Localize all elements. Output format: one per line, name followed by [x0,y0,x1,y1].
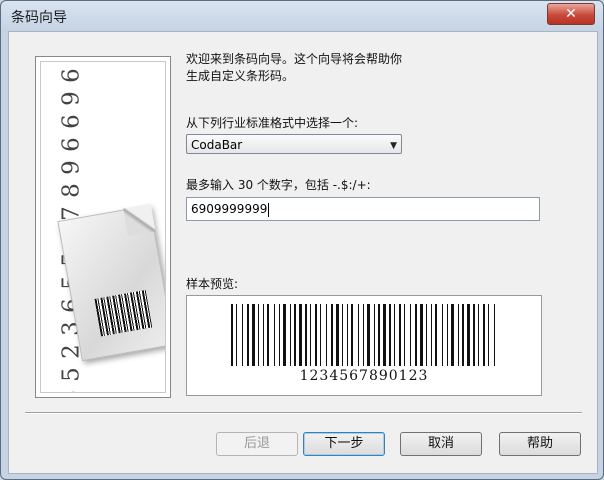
barcode-bar [410,304,411,366]
barcode-data-value: 6909999999 [191,202,268,216]
barcode-bar [294,304,296,366]
barcode-bar [299,304,302,366]
close-button[interactable]: ✕ [547,3,595,25]
intro-line-1: 欢迎来到条码向导。这个向导将会帮助你 [186,52,403,66]
barcode-bar [473,304,475,366]
window-title: 条码向导 [11,10,67,26]
barcode-bar [263,304,264,366]
barcode-bar [290,304,291,366]
next-button[interactable]: 下一步 [303,432,385,456]
barcode-bar [336,304,339,366]
barcode-bar [242,304,243,366]
barcode-bar [326,304,327,366]
wizard-window: 条码向导 ✕ 696698745563256 欢迎来到条码向导。这个向导将会帮助… [0,0,604,480]
barcode-bar [447,304,448,366]
barcode-bar [383,304,386,366]
barcode-bar [394,304,395,366]
barcode-bar [283,304,286,366]
cancel-button[interactable]: 取消 [400,432,482,456]
wizard-body: 696698745563256 欢迎来到条码向导。这个向导将会帮助你 生成自定义… [8,31,598,474]
page-curl [123,203,156,237]
barcode-bar [467,304,470,366]
barcode-bar [420,304,423,366]
barcode-bar [279,304,280,366]
card-barcode [94,289,153,337]
barcode-bar [462,304,464,366]
barcode-bar [426,304,427,366]
barcode-bar [274,304,275,366]
barcode-bar [236,304,237,366]
barcode-bar [478,304,479,366]
barcode-bar [451,304,454,366]
barcode-bar [320,304,321,366]
illustration-image: 696698745563256 [40,61,166,393]
sample-label: 样本预览: [186,277,239,291]
illustration-panel: 696698745563256 [35,56,171,398]
barcode-bar [389,304,391,366]
dropdown-arrow-icon[interactable]: ▼ [390,136,397,156]
barcode-bar [494,304,495,366]
barcode-bar [367,304,370,366]
intro-text: 欢迎来到条码向导。这个向导将会帮助你 生成自定义条形码。 [186,51,486,85]
barcode-bar [442,304,443,366]
format-selected-value: CodaBar [191,138,243,152]
barcode-bar [374,304,375,366]
barcode-bar [310,304,311,366]
barcode-bar [415,304,417,366]
barcode-bar [305,304,307,366]
barcode-bar [247,304,249,366]
back-button[interactable]: 后退 [216,432,298,456]
barcode-bar [252,304,255,366]
barcode-bar [358,304,359,366]
barcode-bar [363,304,364,366]
barcode-bar [399,304,401,366]
barcode-bar [347,304,348,366]
input-label: 最多输入 30 个数字，包括 -.$:/+: [186,178,371,192]
barcode-bar [342,304,343,366]
barcode-bar [315,304,317,366]
barcode-bar [431,304,432,366]
sample-barcode-digits: 1234567890123 [299,368,429,384]
sample-preview: 1234567890123 [186,295,542,396]
barcode-bar [258,304,259,366]
format-select[interactable]: CodaBar ▼ [186,134,402,154]
barcode-bar [458,304,459,366]
barcode-bar [488,304,489,366]
title-bar[interactable]: 条码向导 ✕ [1,1,603,31]
format-label: 从下列行业标准格式中选择一个: [186,116,359,130]
barcode-bar [231,304,233,366]
illustration-digit: 6 [59,385,85,392]
barcode-bar [483,304,485,366]
intro-line-2: 生成自定义条形码。 [186,69,295,83]
close-icon: ✕ [565,6,577,22]
barcode-bar [378,304,380,366]
separator [25,412,582,414]
barcode-bar [435,304,437,366]
barcode-data-input[interactable]: 6909999999 [186,197,540,221]
barcode-bar [404,304,405,366]
barcode-bar [331,304,333,366]
help-button[interactable]: 帮助 [499,432,581,456]
text-caret [268,202,270,217]
barcode-bar [267,304,269,366]
barcode-bar [351,304,353,366]
